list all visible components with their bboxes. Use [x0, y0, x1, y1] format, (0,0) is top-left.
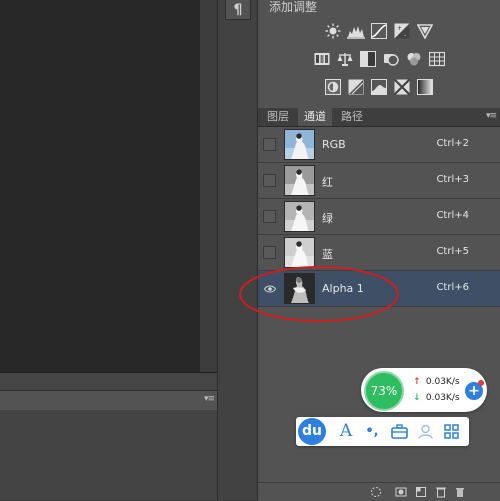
download-arrow-icon: ↓	[413, 393, 421, 403]
usage-percent: 73%	[364, 371, 404, 411]
panel-menu-icon[interactable]: ▾≡	[204, 394, 215, 404]
selective-color-icon[interactable]	[393, 78, 411, 96]
channels-footer	[258, 482, 500, 501]
visibility-toggle[interactable]	[263, 138, 276, 151]
notification-dot	[478, 380, 484, 386]
document-canvas[interactable]	[0, 0, 200, 372]
channel-name: 蓝	[322, 248, 333, 261]
ime-toolbar: du A •,	[296, 417, 469, 446]
tab-channels[interactable]: 通道	[298, 108, 332, 126]
channel-name: 红	[322, 176, 333, 189]
channel-shortcut: Ctrl+4	[436, 210, 469, 221]
delete-channel-icon[interactable]	[435, 486, 447, 498]
grid-menu-icon[interactable]	[441, 421, 461, 441]
bottom-panel-header: ▾≡	[0, 390, 217, 411]
ime-logo[interactable]: du	[298, 418, 326, 445]
channel-thumbnail	[284, 201, 315, 232]
hue-saturation-icon[interactable]	[313, 50, 331, 68]
upload-speed-row: ↑ 0.03K/s	[413, 377, 460, 387]
visibility-toggle[interactable]	[263, 210, 276, 223]
upload-arrow-icon: ↑	[413, 377, 421, 387]
color-balance-icon[interactable]	[336, 50, 354, 68]
visibility-toggle[interactable]	[263, 246, 276, 259]
channel-shortcut: Ctrl+3	[436, 174, 469, 185]
canvas-frame	[200, 0, 217, 372]
tab-layers[interactable]: 图层	[261, 108, 295, 126]
panel-menu-icon[interactable]: ▾≡	[486, 111, 497, 121]
panel-tabs: 图层 通道 路径 ▾≡	[258, 108, 500, 127]
adjustments-title: 添加调整	[269, 0, 318, 14]
paragraph-panel-button[interactable]: ¶	[225, 0, 251, 20]
font-icon[interactable]: A	[336, 421, 356, 441]
bottom-panel	[0, 410, 217, 500]
punctuation-icon[interactable]: •,	[362, 421, 382, 441]
tab-paths[interactable]: 路径	[335, 108, 369, 126]
channel-shortcut: Ctrl+6	[436, 282, 469, 293]
photo-filter-icon[interactable]	[382, 50, 400, 68]
adjustments-row-2	[258, 50, 500, 68]
adjustments-row-1: + -	[258, 22, 500, 40]
download-speed: 0.03K/s	[425, 393, 460, 403]
invert-icon[interactable]	[324, 78, 342, 96]
svg-text:-: -	[404, 32, 406, 39]
highlight-ellipse	[239, 266, 399, 322]
gradient-map-icon[interactable]	[416, 78, 434, 96]
black-white-icon[interactable]	[359, 50, 377, 68]
channel-thumbnail	[284, 129, 315, 160]
upload-speed: 0.03K/s	[425, 377, 460, 387]
user-icon[interactable]	[415, 421, 435, 441]
exposure-icon[interactable]: + -	[393, 22, 411, 40]
channel-name: 绿	[322, 212, 333, 225]
channel-shortcut: Ctrl+5	[436, 246, 469, 257]
brightness-contrast-icon[interactable]	[324, 22, 342, 40]
network-speed-widget[interactable]: 73% ↑ 0.03K/s ↓ 0.03K/s +	[361, 368, 487, 412]
canvas-scrollbar[interactable]	[0, 372, 217, 390]
channel-thumbnail	[284, 237, 315, 268]
channel-row-green[interactable]: 绿 Ctrl+4	[258, 199, 500, 235]
vibrance-icon[interactable]	[416, 22, 434, 40]
channel-name: RGB	[322, 138, 346, 151]
toolbox-icon[interactable]	[389, 421, 409, 441]
panel-dock	[217, 0, 258, 500]
channel-row-red[interactable]: 红 Ctrl+3	[258, 163, 500, 199]
channel-row-rgb[interactable]: RGB Ctrl+2	[258, 127, 500, 163]
curves-icon[interactable]	[370, 22, 388, 40]
download-speed-row: ↓ 0.03K/s	[413, 393, 460, 403]
adjustments-row-3	[258, 78, 500, 96]
paragraph-icon: ¶	[233, 1, 243, 18]
posterize-icon[interactable]	[347, 78, 365, 96]
channel-shortcut: Ctrl+2	[436, 138, 469, 149]
visibility-toggle[interactable]	[263, 174, 276, 187]
load-selection-icon[interactable]	[370, 486, 382, 498]
levels-icon[interactable]	[347, 22, 365, 40]
new-channel-icon[interactable]	[415, 486, 427, 498]
save-selection-icon[interactable]	[395, 486, 407, 498]
channel-mixer-icon[interactable]	[405, 50, 423, 68]
svg-text:+: +	[397, 25, 402, 32]
trash-icon[interactable]	[454, 486, 466, 498]
channel-thumbnail	[284, 165, 315, 196]
adjustments-panel: 添加调整 + -	[258, 0, 500, 108]
threshold-icon[interactable]	[370, 78, 388, 96]
color-lookup-icon[interactable]	[428, 50, 446, 68]
